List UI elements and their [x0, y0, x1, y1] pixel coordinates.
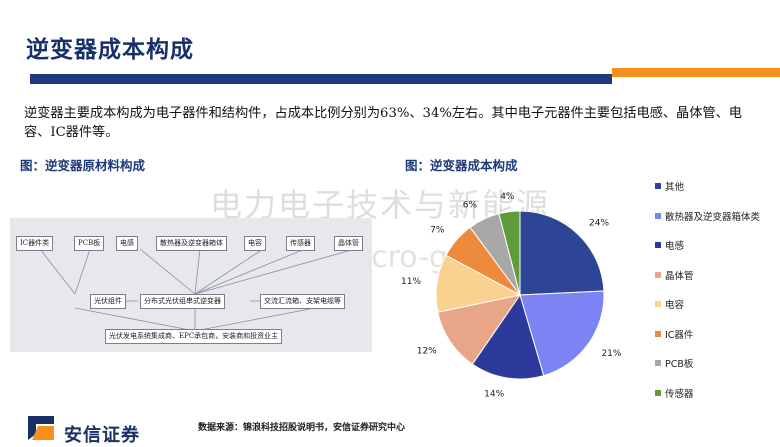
pie-value-label-6: 7% — [430, 226, 445, 236]
diagram-node-component-2: PCB板 — [74, 236, 105, 251]
pie-value-label-2: 21% — [601, 349, 621, 359]
legend-label: 散热器及逆变器箱体类 — [665, 211, 761, 223]
pie-value-label-5: 11% — [401, 277, 421, 287]
legend-label: 其他 — [665, 182, 685, 193]
legend-label: 电感 — [665, 241, 685, 252]
legend-swatch-icon — [655, 301, 661, 307]
legend-swatch-icon — [655, 389, 661, 396]
right-figure-title: 图：逆变器成本构成 — [405, 158, 518, 173]
diagram-node-customer-1: 光伏发电系统集成商、EPC承包商，安装商和投资业主 — [105, 329, 283, 344]
diagram-node-component-4: 散热器及逆变器箱体 — [156, 236, 227, 251]
legend-label: 传感器 — [665, 388, 694, 400]
legend-item-6: IC器件 — [655, 329, 693, 343]
pie-value-label-7: 6% — [463, 201, 478, 211]
legend-swatch-icon — [655, 183, 661, 189]
legend-swatch-icon — [655, 360, 661, 366]
anxin-logo-icon — [28, 416, 54, 440]
pie-value-label-3: 14% — [484, 390, 504, 400]
diagram-node-component-5: 电容 — [244, 236, 266, 251]
diagram-node-component-6: 传感器 — [286, 236, 315, 251]
diagram-node-product-3: 交流汇流箱、支架电缆等 — [260, 294, 345, 309]
legend-swatch-icon — [655, 242, 661, 248]
title-underline-orange — [612, 68, 780, 77]
diagram-node-product-2: 分布式光伏组串式逆变器 — [140, 294, 225, 309]
legend-swatch-icon — [655, 271, 661, 278]
legend-swatch-icon — [655, 212, 661, 219]
legend-item-3: 电感 — [655, 240, 684, 254]
raw-material-diagram: IC器件类 PCB板 电感 散热器及逆变器箱体 电容 传感器 晶体管 光伏组件 分布式光伏组串… — [10, 218, 372, 352]
legend-label: 晶体管 — [665, 270, 694, 282]
left-figure-title: 图：逆变器原材料构成 — [20, 158, 146, 173]
legend-item-7: PCB板 — [655, 358, 693, 372]
diagram-node-product-1: 光伏组件 — [90, 294, 126, 309]
pie-value-label-8: 4% — [500, 192, 515, 202]
legend-item-8: 传感器 — [655, 388, 694, 402]
pie-value-label-1: 24% — [589, 219, 609, 229]
legend-item-4: 晶体管 — [655, 270, 694, 284]
page-title: 逆变器成本构成 — [26, 36, 194, 63]
pie-value-label-4: 12% — [417, 346, 437, 356]
cost-pie-chart: 24% 21% 14% 12% 11% 7% 6% 4% — [401, 192, 622, 400]
legend-label: 电容 — [665, 300, 685, 311]
title-underline-navy — [30, 74, 612, 84]
legend-swatch-icon — [655, 330, 661, 337]
legend-label: PCB板 — [665, 359, 694, 370]
legend-label: IC器件 — [665, 329, 694, 341]
diagram-node-component-7: 晶体管 — [334, 236, 363, 251]
data-source-note: 数据来源：锦浪科技招股说明书，安信证券研究中心 — [198, 423, 406, 433]
legend-item-1: 其他 — [655, 181, 684, 195]
summary-paragraph: 逆变器主要成本构成为电子器件和结构件，占成本比例分别为63%、34%左右。其中电… — [24, 106, 742, 140]
company-logo-text: 安信证券 — [64, 425, 140, 446]
legend-item-2: 散热器及逆变器箱体类 — [655, 211, 760, 225]
diagram-node-component-1: IC器件类 — [16, 236, 54, 251]
legend-item-5: 电容 — [655, 299, 684, 313]
diagram-node-component-3: 电感 — [116, 236, 138, 251]
